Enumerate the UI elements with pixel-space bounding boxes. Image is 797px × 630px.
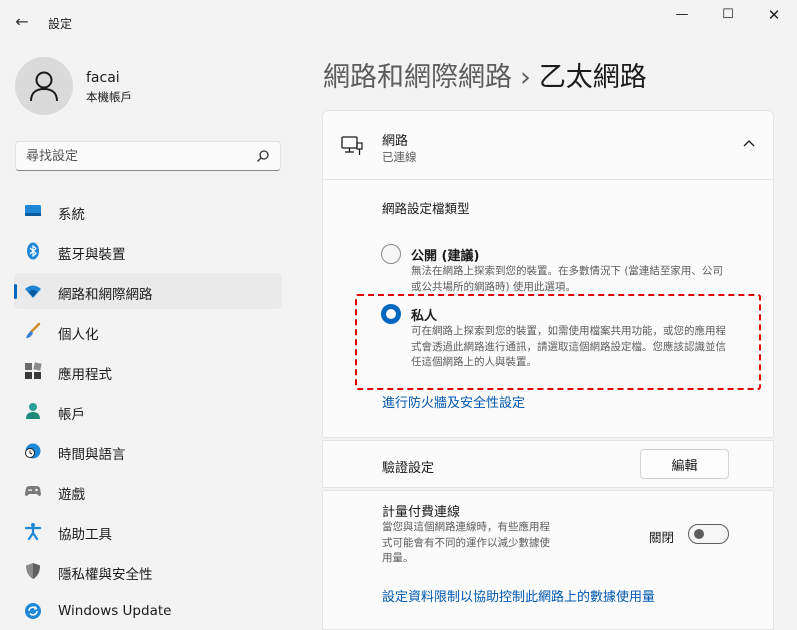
system-icon <box>25 205 41 216</box>
windows-update-icon <box>25 603 41 619</box>
private-radio[interactable] <box>381 304 401 324</box>
gaming-icon <box>25 486 41 496</box>
network-profile-section: 網路設定檔類型 公開 (建議) 無法在網路上探索到您的裝置。在多數情況下 (當連… <box>322 180 774 438</box>
personalization-icon <box>26 322 41 338</box>
avatar[interactable] <box>15 57 73 115</box>
bluetooth-icon <box>27 242 39 260</box>
toggle-knob <box>694 529 704 539</box>
data-limit-link[interactable]: 設定資料限制以協助控制此網路上的數據使用量 <box>382 586 655 605</box>
person-icon <box>30 71 58 102</box>
metered-title: 計量付費連線 <box>382 505 461 520</box>
public-option-desc: 無法在網路上探索到您的裝置。在多數情況下 (當連結至家用、公司或公共場所的網路時… <box>411 265 723 293</box>
sidebar-item-personalization[interactable]: 個人化 <box>14 313 282 349</box>
close-button[interactable]: ✕ <box>751 4 797 28</box>
public-option-title[interactable]: 公開 (建議) <box>411 245 479 264</box>
private-option-desc: 可在網路上探索到您的裝置，如需使用檔案共用功能，或您的應用程式會透過此網路進行通… <box>411 325 726 368</box>
metered-toggle-label: 關閉 <box>649 530 675 545</box>
breadcrumb: 網路和網際網路 › 乙太網路 <box>323 55 647 94</box>
sidebar-item-label: 應用程式 <box>58 367 112 383</box>
accounts-icon <box>26 403 40 419</box>
metered-toggle[interactable] <box>688 524 729 544</box>
ethernet-icon <box>341 136 363 155</box>
sidebar-item-network[interactable]: 網路和網際網路 <box>14 273 282 309</box>
sidebar-item-apps[interactable]: 應用程式 <box>14 353 282 389</box>
privacy-shield-icon <box>26 563 40 579</box>
time-language-icon <box>25 443 41 459</box>
sidebar-item-label: 時間與語言 <box>58 447 126 463</box>
minimize-button[interactable]: — <box>659 4 705 28</box>
sidebar-item-label: 協助工具 <box>58 527 112 543</box>
sidebar-item-label: Windows Update <box>58 603 172 619</box>
sidebar-item-windows-update[interactable]: Windows Update <box>14 593 282 629</box>
sidebar-item-privacy-security[interactable]: 隱私權與安全性 <box>14 553 282 589</box>
sidebar-item-label: 個人化 <box>58 327 99 343</box>
search-box[interactable] <box>15 141 281 171</box>
profile-type-label: 網路設定檔類型 <box>382 201 470 216</box>
user-name: facai <box>86 70 120 86</box>
firewall-link[interactable]: 進行防火牆及安全性設定 <box>382 392 525 411</box>
network-icon <box>25 285 41 298</box>
sidebar-nav: 系統 藍牙與裝置 網路和網際網路 個人化 應用程式 帳戶 時間與語言 遊戲 協助… <box>14 193 282 630</box>
sidebar-item-label: 隱私權與安全性 <box>58 567 153 583</box>
sidebar-item-gaming[interactable]: 遊戲 <box>14 473 282 509</box>
metered-desc: 當您與這個網路連線時，有些應用程式可能會有不同的運作以減少數據使用量。 <box>382 521 550 564</box>
apps-icon <box>25 362 42 379</box>
sidebar-item-label: 遊戲 <box>58 487 85 503</box>
breadcrumb-parent[interactable]: 網路和網際網路 <box>323 62 512 93</box>
network-name: 網路 <box>382 134 409 149</box>
search-input[interactable] <box>26 147 246 165</box>
sidebar-item-time-language[interactable]: 時間與語言 <box>14 433 282 469</box>
network-card-header[interactable]: 網路 已連線 <box>322 110 774 180</box>
chevron-up-icon[interactable] <box>743 139 755 147</box>
auth-settings-label: 驗證設定 <box>382 461 435 476</box>
page-title: 乙太網路 <box>538 62 647 93</box>
edit-button[interactable]: 編輯 <box>640 449 729 479</box>
account-type: 本機帳戶 <box>86 90 132 104</box>
private-option-title[interactable]: 私人 <box>411 305 437 324</box>
breadcrumb-separator: › <box>520 62 531 93</box>
network-status: 已連線 <box>382 150 417 164</box>
sidebar-item-label: 網路和網際網路 <box>58 287 153 303</box>
sidebar-item-system[interactable]: 系統 <box>14 193 282 229</box>
public-radio[interactable] <box>381 244 401 264</box>
maximize-button[interactable]: ☐ <box>705 4 751 28</box>
accessibility-icon <box>24 523 42 540</box>
title-bar: ← 設定 — ☐ ✕ <box>0 0 797 46</box>
sidebar-item-label: 藍牙與裝置 <box>58 247 126 263</box>
sidebar-item-bluetooth-devices[interactable]: 藍牙與裝置 <box>14 233 282 269</box>
sidebar-item-accessibility[interactable]: 協助工具 <box>14 513 282 549</box>
back-button[interactable]: ← <box>10 10 34 34</box>
sidebar-item-label: 帳戶 <box>58 407 85 423</box>
sidebar-item-label: 系統 <box>58 207 85 223</box>
auth-settings-row: 驗證設定 編輯 <box>322 440 774 488</box>
metered-connection-section: 計量付費連線 當您與這個網路連線時，有些應用程式可能會有不同的運作以減少數據使用… <box>322 490 774 630</box>
sidebar-item-accounts[interactable]: 帳戶 <box>14 393 282 429</box>
search-icon[interactable] <box>256 149 270 163</box>
app-title: 設定 <box>48 17 73 31</box>
